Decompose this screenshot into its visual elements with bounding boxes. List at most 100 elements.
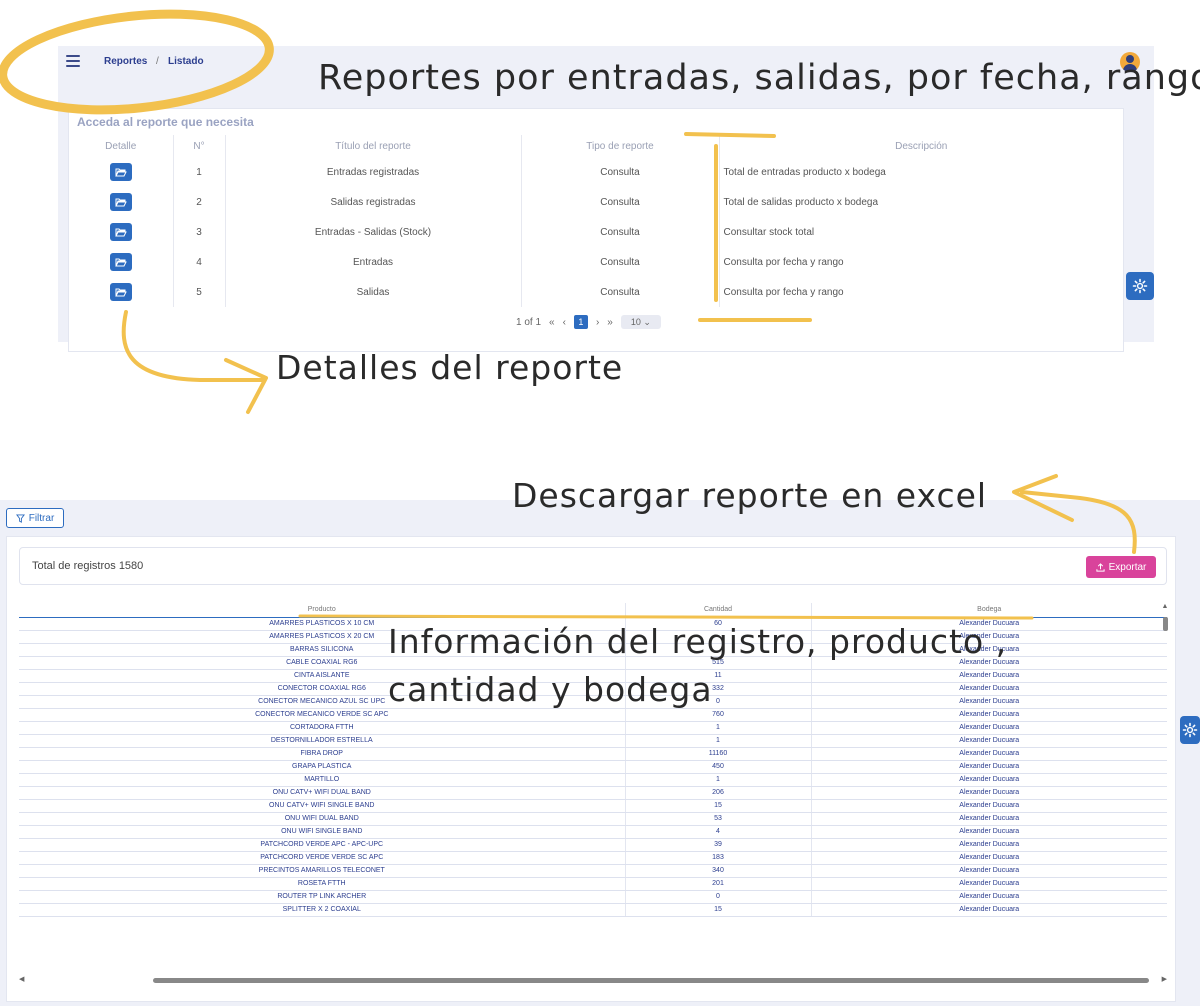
annotation-info-line2: cantidad y bodega xyxy=(388,670,713,709)
gear-icon xyxy=(1132,278,1148,294)
table-row: CORTADORA FTTH 1 Alexander Ducuara xyxy=(19,721,1167,735)
record-product: ONU CATV+ WIFI SINGLE BAND xyxy=(19,799,625,813)
col-header-producto: Producto xyxy=(19,603,625,618)
record-quantity: 15 xyxy=(624,903,811,917)
report-title: Salidas xyxy=(224,277,521,307)
record-warehouse: Alexander Ducuara xyxy=(810,773,1167,787)
totals-bar: Total de registros 1580 Exportar xyxy=(19,547,1167,585)
record-quantity: 53 xyxy=(624,812,811,826)
record-warehouse: Alexander Ducuara xyxy=(810,864,1167,878)
record-product: ONU WIFI DUAL BAND xyxy=(19,812,625,826)
table-row: 4 Entradas Consulta Consulta por fecha y… xyxy=(69,247,1123,277)
record-warehouse: Alexander Ducuara xyxy=(810,669,1167,683)
col-header-cantidad: Cantidad xyxy=(624,603,811,618)
horizontal-scrollbar[interactable]: ◀ ▶ xyxy=(19,975,1167,985)
table-row: PATCHCORD VERDE APC - APC-UPC 39 Alexander… xyxy=(19,838,1167,852)
horizontal-scroll-thumb[interactable] xyxy=(153,978,1149,983)
table-row: ONU WIFI DUAL BAND 53 Alexander Ducuara xyxy=(19,812,1167,826)
report-number: 2 xyxy=(172,187,225,217)
gear-icon xyxy=(1182,722,1198,738)
record-quantity: 340 xyxy=(624,864,811,878)
folder-open-icon xyxy=(114,228,127,237)
pagination-info: 1 of 1 xyxy=(516,316,542,328)
reports-card-title: Acceda al reporte que necesita xyxy=(77,115,254,129)
table-row: DESTORNILLADOR ESTRELLA 1 Alexander Ducuar… xyxy=(19,734,1167,748)
table-row: SPLITTER X 2 COAXIAL 15 Alexander Ducuara xyxy=(19,903,1167,917)
record-product: FIBRA DROP xyxy=(19,747,625,761)
record-warehouse: Alexander Ducuara xyxy=(810,708,1167,722)
record-product: CORTADORA FTTH xyxy=(19,721,625,735)
record-product: CONECTOR MECANICO VERDE SC APC xyxy=(19,708,625,722)
report-number: 4 xyxy=(172,247,225,277)
prev-page-button[interactable]: ‹ xyxy=(563,317,566,328)
page-size-select[interactable]: 10 ⌄ xyxy=(620,315,661,329)
record-quantity: 183 xyxy=(624,851,811,865)
col-header-numero: N° xyxy=(172,135,225,157)
annotation-reportes: Reportes por entradas, salidas, por fech… xyxy=(318,58,1200,98)
open-report-button[interactable] xyxy=(109,253,132,271)
current-page-button[interactable]: 1 xyxy=(573,315,588,329)
filter-button[interactable]: Filtrar xyxy=(6,508,64,528)
record-warehouse: Alexander Ducuara xyxy=(810,825,1167,839)
report-number: 5 xyxy=(172,277,225,307)
annotation-detalles: Detalles del reporte xyxy=(276,348,624,387)
page-size-value: 10 xyxy=(630,317,641,327)
report-description: Consulta por fecha y rango xyxy=(718,247,1123,277)
col-header-bodega: Bodega xyxy=(810,603,1167,618)
record-quantity: 1 xyxy=(624,773,811,787)
record-warehouse: Alexander Ducuara xyxy=(810,877,1167,891)
record-quantity: 450 xyxy=(624,760,811,774)
record-quantity: 39 xyxy=(624,838,811,852)
open-report-button[interactable] xyxy=(109,193,132,211)
table-row: PATCHCORD VERDE VERDE SC APC 183 Alexander… xyxy=(19,851,1167,865)
record-product: ROSETA FTTH xyxy=(19,877,625,891)
record-product: ONU CATV+ WIFI DUAL BAND xyxy=(19,786,625,800)
vertical-scrollbar[interactable]: ▲ xyxy=(1161,603,1169,923)
record-warehouse: Alexander Ducuara xyxy=(810,890,1167,904)
report-description: Consulta por fecha y rango xyxy=(718,277,1123,307)
record-product: PATCHCORD VERDE APC - APC-UPC xyxy=(19,838,625,852)
record-product: PRECINTOS AMARILLOS TELECONET xyxy=(19,864,625,878)
col-header-detalle: Detalle xyxy=(105,140,137,152)
report-description: Total de entradas producto x bodega xyxy=(718,157,1123,187)
records-card: Total de registros 1580 Exportar Product… xyxy=(6,536,1176,1002)
open-report-button[interactable] xyxy=(109,163,132,181)
record-warehouse: Alexander Ducuara xyxy=(810,786,1167,800)
first-page-button[interactable]: « xyxy=(549,317,555,328)
col-header-descripcion: Descripción xyxy=(718,135,1123,157)
table-row: 2 Salidas registradas Consulta Total de … xyxy=(69,187,1123,217)
table-row: ROUTER TP LINK ARCHER 0 Alexander Ducuara xyxy=(19,890,1167,904)
record-warehouse: Alexander Ducuara xyxy=(810,812,1167,826)
export-label: Exportar xyxy=(1108,561,1147,573)
report-type: Consulta xyxy=(520,247,719,277)
report-title: Entradas registradas xyxy=(224,157,521,187)
upload-icon xyxy=(1095,562,1105,572)
settings-button-bottom[interactable] xyxy=(1180,716,1200,744)
record-quantity: 1 xyxy=(624,721,811,735)
export-button[interactable]: Exportar xyxy=(1086,556,1156,578)
breadcrumb-reportes[interactable]: Reportes xyxy=(104,56,147,67)
report-title: Entradas xyxy=(224,247,521,277)
table-row: ROSETA FTTH 201 Alexander Ducuara xyxy=(19,877,1167,891)
record-product: DESTORNILLADOR ESTRELLA xyxy=(19,734,625,748)
record-warehouse: Alexander Ducuara xyxy=(810,799,1167,813)
table-row: ONU CATV+ WIFI DUAL BAND 206 Alexander Duc… xyxy=(19,786,1167,800)
record-warehouse: Alexander Ducuara xyxy=(810,838,1167,852)
next-page-button[interactable]: › xyxy=(596,317,599,328)
menu-icon[interactable] xyxy=(66,55,80,67)
open-report-button[interactable] xyxy=(109,223,132,241)
settings-button[interactable] xyxy=(1126,272,1154,300)
open-report-button[interactable] xyxy=(109,283,132,301)
record-product: SPLITTER X 2 COAXIAL xyxy=(19,903,625,917)
folder-open-icon xyxy=(114,258,127,267)
record-warehouse: Alexander Ducuara xyxy=(810,747,1167,761)
report-description: Consultar stock total xyxy=(718,217,1123,247)
annotation-descargar: Descargar reporte en excel xyxy=(512,476,988,515)
report-description: Total de salidas producto x bodega xyxy=(718,187,1123,217)
last-page-button[interactable]: » xyxy=(607,317,613,328)
record-quantity: 0 xyxy=(624,890,811,904)
breadcrumb-separator: / xyxy=(156,56,159,67)
breadcrumb-listado: Listado xyxy=(168,56,204,67)
table-row: GRAPA PLASTICA 450 Alexander Ducuara xyxy=(19,760,1167,774)
vertical-scroll-thumb[interactable] xyxy=(1163,617,1168,631)
